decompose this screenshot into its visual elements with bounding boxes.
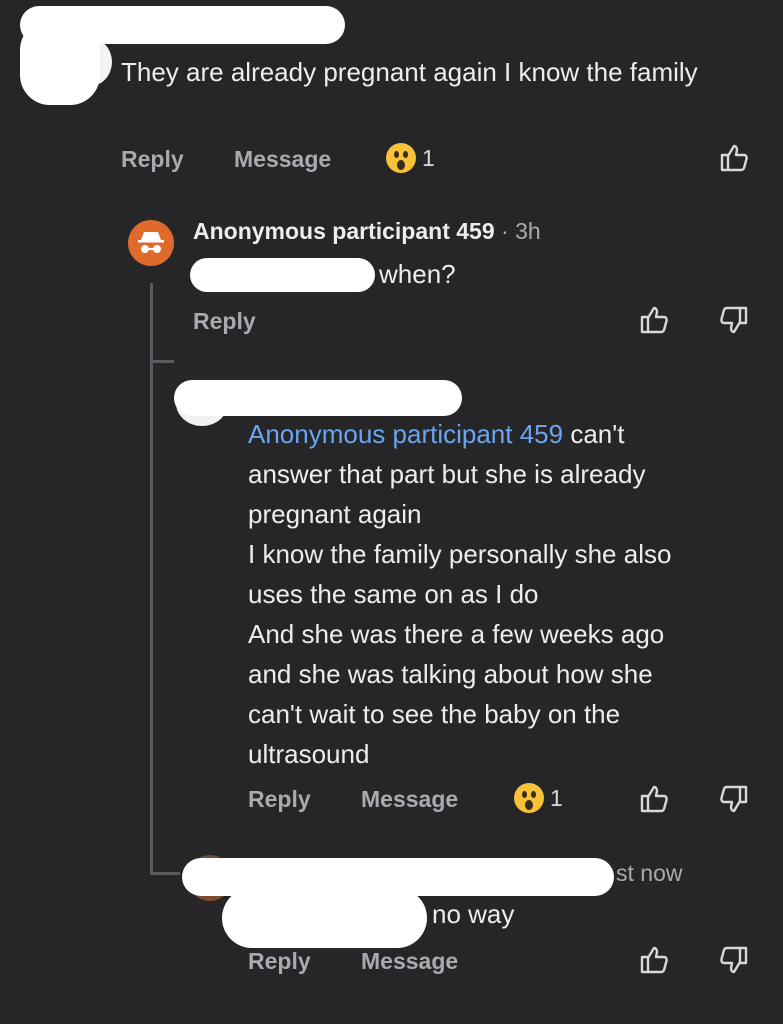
thumbs-up-icon[interactable] xyxy=(638,944,670,976)
text-line: and she was talking about how she xyxy=(248,659,653,689)
message-button[interactable]: Message xyxy=(361,786,458,813)
author-name[interactable]: Anonymous participant 459 xyxy=(193,218,495,244)
reply-button[interactable]: Reply xyxy=(248,948,311,975)
reply-button[interactable]: Reply xyxy=(121,146,184,173)
timestamp: · 3h xyxy=(501,218,541,244)
comment-text: They are already pregnant again I know t… xyxy=(121,57,698,87)
redacted-name xyxy=(174,380,462,416)
redacted-mention xyxy=(190,258,375,292)
reaction[interactable]: 1 xyxy=(386,143,435,173)
reply-body: Anonymous participant 459 can't answer t… xyxy=(248,414,768,774)
reply-button[interactable]: Reply xyxy=(248,786,311,813)
reply-button[interactable]: Reply xyxy=(193,308,256,335)
message-button[interactable]: Message xyxy=(234,146,331,173)
reply-text: no way xyxy=(432,899,515,929)
redacted-avatar xyxy=(20,20,100,105)
shocked-face-emoji xyxy=(386,143,416,173)
text-line: And she was there a few weeks ago xyxy=(248,619,665,649)
thumbs-down-icon[interactable] xyxy=(718,304,750,336)
incognito-avatar-icon[interactable] xyxy=(128,220,174,266)
text-line: can't xyxy=(570,419,625,449)
redacted-mention xyxy=(222,888,427,948)
reaction-count: 1 xyxy=(422,144,435,171)
thumbs-up-icon[interactable] xyxy=(638,783,670,815)
text-line: uses the same on as I do xyxy=(248,579,539,609)
thread-line xyxy=(150,360,174,363)
text-line: ultrasound xyxy=(248,739,370,769)
reaction-count: 1 xyxy=(550,784,563,811)
thread-line xyxy=(150,283,153,875)
text-line: can't wait to see the baby on the xyxy=(248,699,621,729)
thumbs-down-icon[interactable] xyxy=(718,944,750,976)
thumbs-up-icon[interactable] xyxy=(718,142,750,174)
reply-text: when? xyxy=(379,259,456,289)
thumbs-up-icon[interactable] xyxy=(638,304,670,336)
shocked-face-emoji xyxy=(514,783,544,813)
timestamp: st now xyxy=(616,860,683,886)
text-line: I know the family personally she also xyxy=(248,539,672,569)
reaction[interactable]: 1 xyxy=(514,783,563,813)
mention-link[interactable]: Anonymous participant 459 xyxy=(248,419,563,449)
thread-line xyxy=(150,872,180,875)
text-line: answer that part but she is already xyxy=(248,459,646,489)
thumbs-down-icon[interactable] xyxy=(718,783,750,815)
text-line: pregnant again xyxy=(248,499,422,529)
message-button[interactable]: Message xyxy=(361,948,458,975)
